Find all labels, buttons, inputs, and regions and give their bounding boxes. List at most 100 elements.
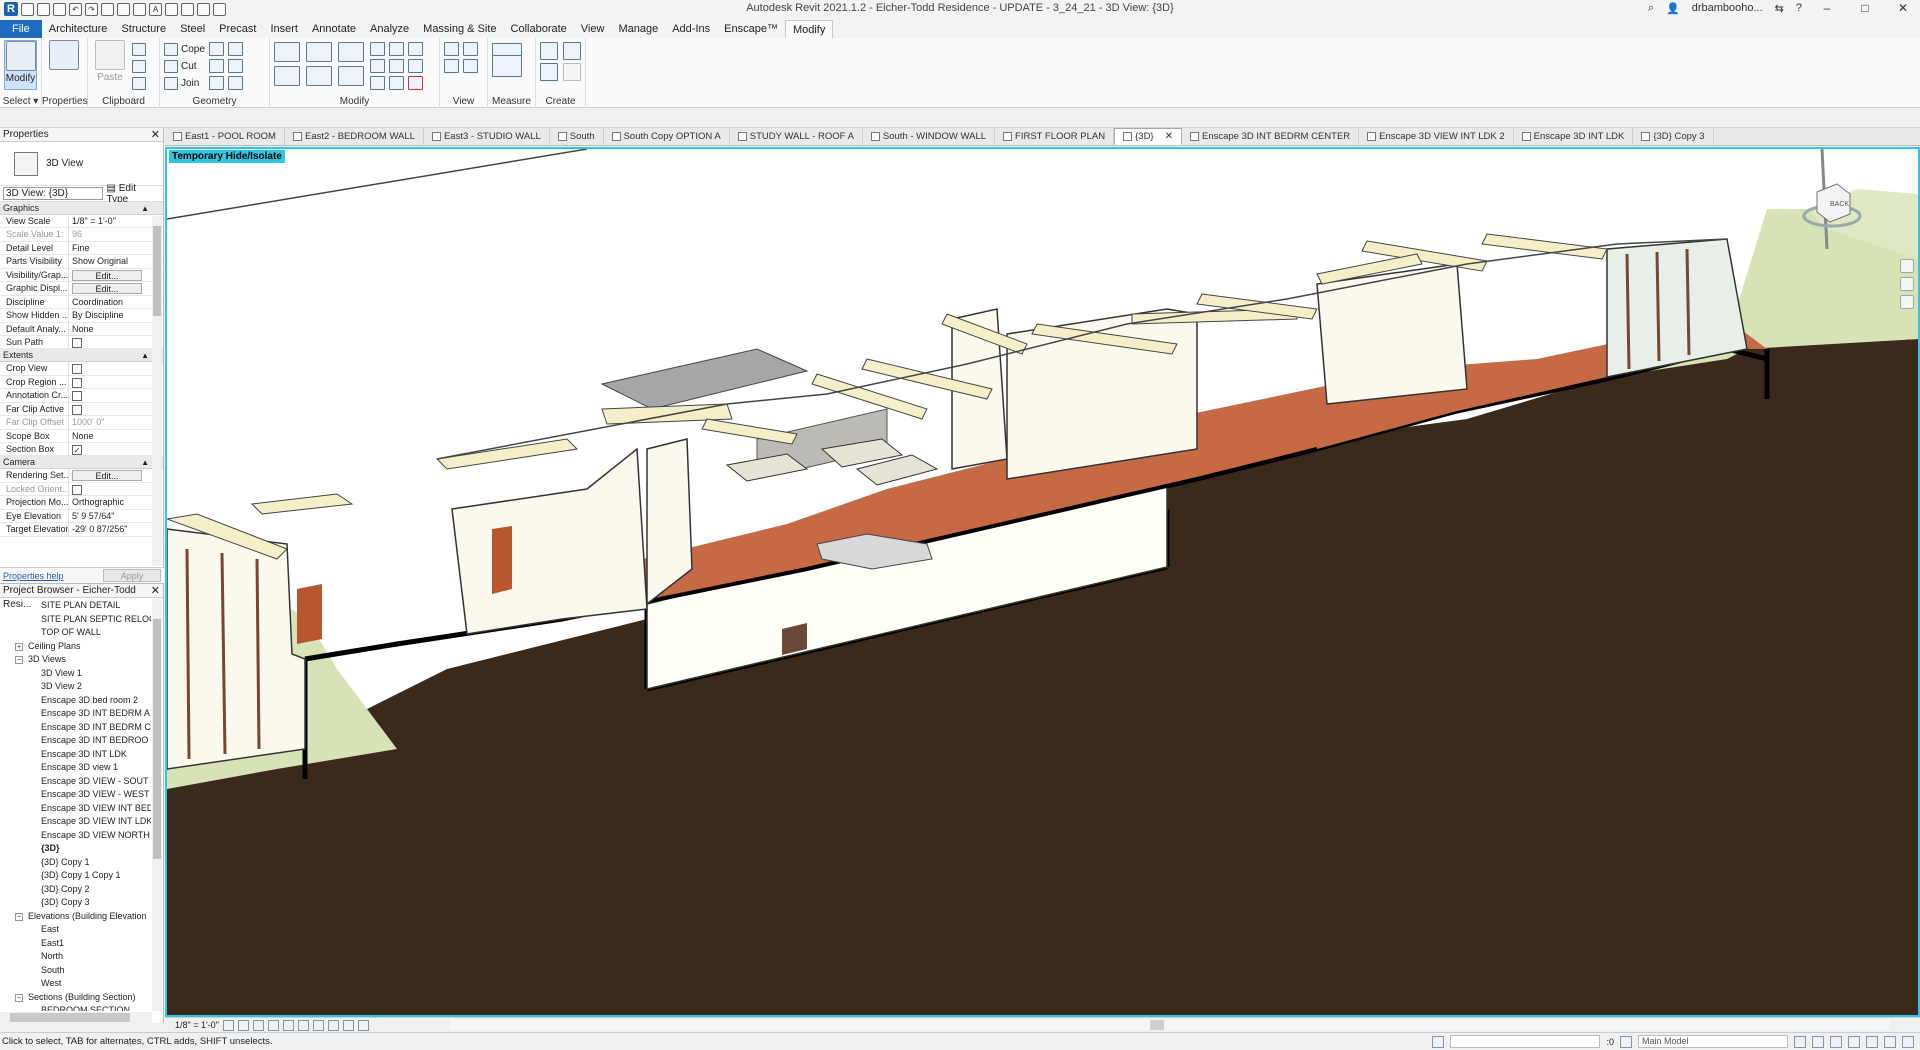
collapse-icon[interactable]: ▲ — [141, 456, 149, 469]
view-tab[interactable]: South - WINDOW WALL — [863, 128, 996, 145]
remove-paint-icon[interactable] — [227, 76, 243, 90]
browser-view-item[interactable]: {3D} Copy 1 — [0, 856, 151, 870]
select-underlay-icon[interactable] — [1830, 1035, 1842, 1048]
view-tab[interactable]: South — [550, 128, 604, 145]
browser-view-item[interactable]: {3D} Copy 2 — [0, 883, 151, 897]
browser-view-item[interactable]: Enscape 3D bed room 2 — [0, 694, 151, 708]
mirror-pick-axis-icon[interactable] — [338, 42, 364, 62]
modify-button[interactable]: Modify — [4, 40, 37, 90]
lightbulb-icon[interactable] — [463, 42, 478, 56]
aligned-dimension-icon[interactable] — [133, 2, 146, 16]
browser-view-item[interactable]: {3D} Copy 3 — [0, 896, 151, 910]
demolish-icon[interactable] — [227, 59, 243, 73]
property-value[interactable]: By Discipline — [69, 309, 151, 321]
browser-group[interactable]: − Sections (Building Section) — [0, 991, 151, 1005]
property-value[interactable] — [69, 336, 151, 348]
linework-icon[interactable] — [463, 59, 478, 73]
crop-view-icon[interactable] — [297, 1019, 309, 1031]
move-icon[interactable] — [274, 66, 300, 86]
select-by-face-icon[interactable] — [1866, 1035, 1878, 1048]
split-icon[interactable] — [370, 42, 385, 56]
wall-joins-icon[interactable] — [208, 59, 224, 73]
select-pinned-icon[interactable] — [1848, 1035, 1860, 1048]
collapse-icon[interactable]: ▲ — [141, 202, 149, 215]
design-options-icon[interactable] — [1620, 1035, 1632, 1048]
property-value[interactable]: 1/8" = 1'-0" — [69, 215, 151, 227]
view-tab[interactable]: {3D} Copy 3 — [1633, 128, 1714, 145]
maximize-button[interactable]: □ — [1852, 1, 1878, 15]
ribbon-tab-view[interactable]: View — [574, 20, 612, 38]
checkbox[interactable] — [72, 404, 82, 415]
ribbon-tab-structure[interactable]: Structure — [114, 20, 173, 38]
checkbox[interactable]: ✓ — [72, 445, 82, 455]
collapse-icon[interactable]: − — [15, 656, 23, 664]
view-tab[interactable]: East1 - POOL ROOM — [165, 128, 285, 145]
design-option-dropdown[interactable]: Main Model — [1638, 1035, 1788, 1048]
close-hidden-windows-icon[interactable] — [197, 2, 210, 16]
view-tab[interactable]: Enscape 3D INT LDK — [1514, 128, 1634, 145]
property-value[interactable] — [69, 389, 151, 402]
copy-modify-icon[interactable] — [306, 66, 332, 86]
rotate-icon[interactable] — [338, 66, 364, 86]
3d-viewport[interactable]: Temporary Hide/Isolate BACK — [165, 147, 1920, 1017]
viewcube-back-face[interactable]: BACK — [1830, 201, 1849, 208]
browser-horizontal-scrollbar[interactable] — [0, 1012, 152, 1023]
lock-3d-icon[interactable] — [327, 1019, 339, 1031]
property-value[interactable]: Edit... — [69, 282, 151, 295]
cut-geometry-button[interactable]: Cut — [164, 59, 205, 73]
ribbon-tab-enscape[interactable]: Enscape™ — [717, 20, 785, 38]
dimension-button[interactable] — [492, 55, 522, 77]
edit-button[interactable]: Edit... — [72, 470, 142, 482]
extend-icon[interactable] — [389, 76, 404, 90]
browser-view-item[interactable]: Enscape 3D view 1 — [0, 761, 151, 775]
checkbox[interactable] — [72, 377, 82, 388]
user-name[interactable]: drbambooho... — [1692, 2, 1763, 14]
revit-logo[interactable]: R — [4, 2, 18, 16]
scale-icon[interactable] — [389, 59, 404, 73]
view-tab[interactable]: STUDY WALL - ROOF A — [730, 128, 863, 145]
collapse-icon[interactable]: − — [15, 912, 23, 921]
browser-view-item[interactable]: North — [0, 950, 151, 964]
workset-dropdown[interactable] — [1450, 1035, 1601, 1048]
cope-button[interactable]: Cope — [164, 42, 205, 56]
scrollbar-thumb[interactable] — [153, 619, 161, 859]
print-icon[interactable] — [101, 2, 114, 16]
properties-help-link[interactable]: Properties help — [3, 571, 64, 581]
property-value[interactable]: Fine — [69, 242, 151, 254]
property-value[interactable]: 1000' 0" — [69, 416, 151, 428]
filter-icon[interactable] — [1902, 1035, 1914, 1048]
property-value[interactable] — [69, 376, 151, 388]
align-icon[interactable] — [274, 42, 300, 62]
browser-view-item[interactable]: SITE PLAN SEPTIC RELOCA — [0, 613, 151, 627]
text-icon[interactable]: A — [149, 2, 162, 16]
ribbon-tab-add-ins[interactable]: Add-Ins — [665, 20, 717, 38]
copy-button[interactable] — [132, 42, 146, 56]
expand-icon[interactable]: + — [15, 642, 23, 651]
browser-view-item[interactable]: East — [0, 923, 151, 937]
match-properties-button[interactable] — [132, 76, 146, 90]
zoom-icon[interactable] — [1900, 277, 1914, 291]
minimize-button[interactable]: – — [1814, 1, 1840, 15]
property-value[interactable] — [69, 362, 151, 375]
render-icon[interactable] — [282, 1019, 294, 1031]
browser-view-item[interactable]: Enscape 3D INT LDK — [0, 748, 151, 762]
browser-view-item[interactable]: Enscape 3D INT BEDROO — [0, 734, 151, 748]
browser-view-item[interactable]: West — [0, 977, 151, 991]
cut-clipboard-button[interactable] — [132, 59, 146, 73]
create-assembly-icon[interactable] — [540, 42, 558, 60]
shadows-icon[interactable] — [267, 1019, 279, 1031]
view-tab[interactable]: Enscape 3D INT BEDRM CENTER — [1182, 128, 1360, 145]
viewport-horizontal-scrollbar[interactable] — [450, 1020, 1890, 1030]
visual-style-icon[interactable] — [237, 1019, 249, 1031]
property-value[interactable]: None — [69, 430, 151, 442]
measure-icon[interactable] — [117, 2, 130, 16]
browser-group[interactable]: −3D Views — [0, 653, 151, 667]
unpin-icon[interactable] — [408, 59, 423, 73]
property-value[interactable]: Edit... — [69, 269, 151, 281]
browser-view-item[interactable]: {3D} — [0, 842, 151, 856]
browser-view-item[interactable]: Enscape 3D VIEW INT BED — [0, 802, 151, 816]
browser-view-item[interactable]: {3D} Copy 1 Copy 1 — [0, 869, 151, 883]
editable-only-icon[interactable] — [1794, 1035, 1806, 1048]
model-section-drawing[interactable] — [167, 149, 1918, 1015]
property-value[interactable]: -29' 0 87/256" — [69, 523, 151, 535]
